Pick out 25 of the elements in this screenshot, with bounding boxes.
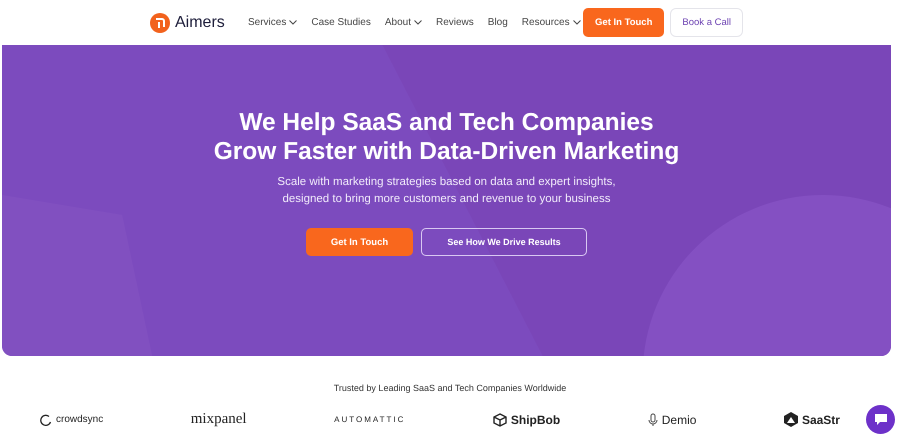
nav-link[interactable]: Case Studies	[311, 17, 371, 28]
brand-logo-icon	[150, 12, 170, 32]
mountain-icon	[784, 412, 798, 427]
nav-link[interactable]: About	[384, 17, 422, 28]
chat-icon	[874, 413, 888, 426]
nav-link[interactable]: Blog	[488, 17, 508, 28]
client-logo: AUTOMATTIC	[334, 415, 406, 424]
box-icon	[492, 412, 507, 426]
nav-link[interactable]: Services	[248, 17, 298, 28]
clients-heading: Trusted by Leading SaaS and Tech Companies Worldwide	[332, 383, 568, 393]
chat-button[interactable]	[866, 405, 895, 434]
nav-link[interactable]: Resources	[522, 17, 581, 28]
hero-subtitle: Scale with marketing strategies based on data and expert insights, designed to bring more customers and revenue to your business	[277, 175, 616, 207]
ring-icon	[40, 414, 52, 426]
results-button[interactable]: See How We Drive Results	[421, 228, 587, 256]
client-logo: SaaStr	[802, 412, 840, 426]
book-call-button[interactable]: Book a Call	[670, 8, 743, 37]
microphone-icon	[648, 412, 658, 426]
client-logo: mixpanel	[190, 411, 247, 428]
client-logo: crowdsync	[56, 414, 104, 425]
brand-name[interactable]: Aimers	[175, 14, 225, 32]
hero-title: We Help SaaS and Tech Companies Grow Faster with Data-Driven Marketing	[214, 108, 680, 166]
nav-link[interactable]: Reviews	[436, 17, 474, 28]
client-logo: Demio	[662, 412, 696, 426]
client-logo: ShipBob	[510, 412, 560, 426]
